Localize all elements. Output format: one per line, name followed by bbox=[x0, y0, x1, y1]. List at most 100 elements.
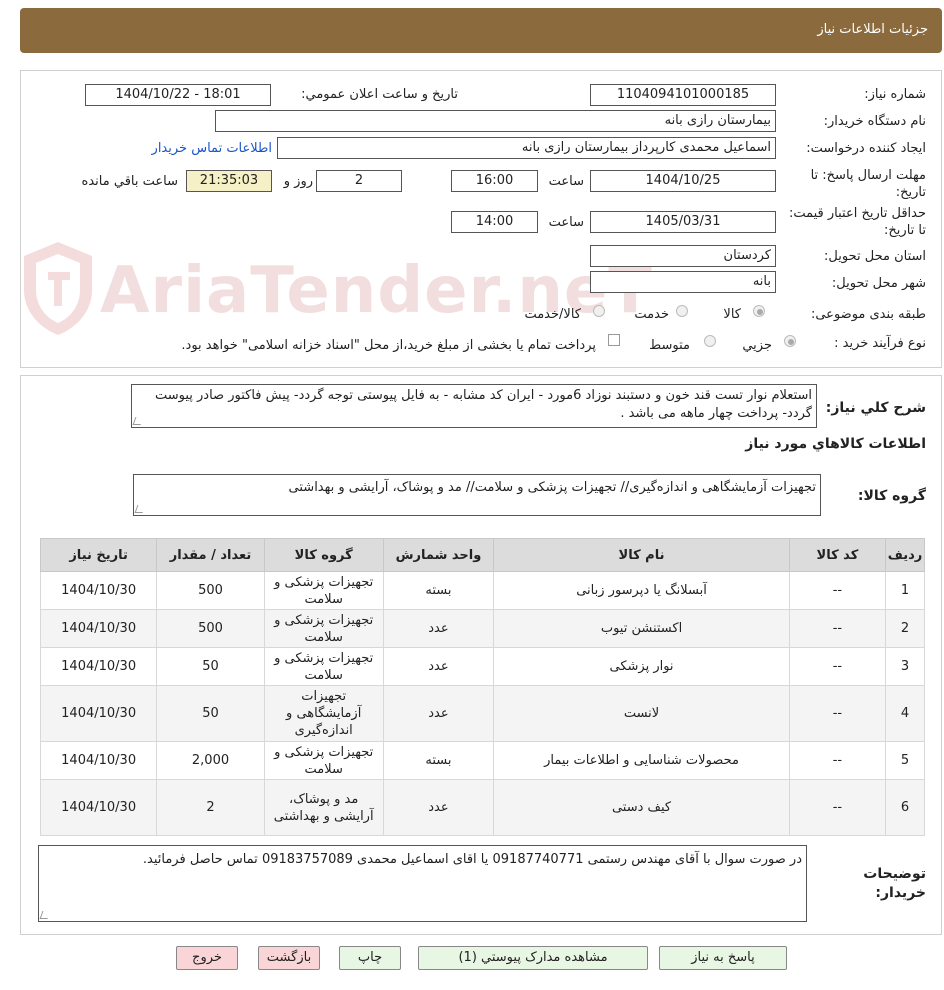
cell-date: 1404/10/30 bbox=[39, 609, 158, 648]
items-table-header: ردیف کد کالا نام کالا واحد شمارش گروه کا… bbox=[39, 538, 925, 572]
cell-row: 6 bbox=[885, 779, 925, 836]
back-button[interactable]: بازگشت bbox=[258, 946, 320, 970]
exit-button[interactable]: خروج bbox=[176, 946, 238, 970]
category-option-service: خدمت bbox=[634, 307, 669, 322]
cell-date: 1404/10/30 bbox=[39, 685, 158, 742]
goods-group-label: گروه کالا: bbox=[857, 488, 926, 504]
print-button[interactable]: چاپ bbox=[339, 946, 401, 970]
cell-name: محصولات شناسایی و اطلاعات بیمار bbox=[493, 741, 790, 780]
cell-unit: بسته bbox=[382, 741, 495, 780]
table-row: 3 -- نوار پزشکی عدد تجهیزات پزشکی و سلام… bbox=[39, 647, 925, 686]
city-label: شهر محل تحویل: bbox=[831, 276, 926, 291]
need-number-field: 1104094101000185 bbox=[590, 84, 776, 106]
cell-group: مد و پوشاک، آرایشی و بهداشتی bbox=[263, 779, 384, 836]
table-row: 4 -- لانست عدد تجهیزات آزمایشگاهی و اندا… bbox=[39, 685, 925, 742]
category-radio-goods[interactable] bbox=[753, 305, 765, 317]
description-text: استعلام نوار تست قند خون و دستبند نوزاد … bbox=[154, 388, 812, 421]
cell-row: 1 bbox=[885, 571, 925, 610]
goods-section-title: اطلاعات کالاهاي مورد نیاز bbox=[745, 436, 926, 452]
col-row: ردیف bbox=[885, 538, 925, 572]
category-radio-service[interactable] bbox=[676, 305, 688, 317]
buyer-notes-textarea: در صورت سوال با آقای مهندس رستمی 0918774… bbox=[38, 845, 807, 922]
cell-group: تجهیزات پزشکی و سلامت bbox=[263, 741, 384, 780]
buyer-notes-text: در صورت سوال با آقای مهندس رستمی 0918774… bbox=[142, 852, 802, 867]
cell-row: 2 bbox=[885, 609, 925, 648]
cell-code: -- bbox=[788, 685, 887, 742]
cell-code: -- bbox=[788, 647, 887, 686]
cell-quantity: 50 bbox=[156, 685, 265, 742]
cell-unit: عدد bbox=[382, 685, 495, 742]
resize-grip-icon bbox=[39, 911, 51, 919]
col-unit: واحد شمارش bbox=[382, 538, 495, 572]
days-label: روز و bbox=[283, 174, 313, 189]
items-table-container: ردیف کد کالا نام کالا واحد شمارش گروه کا… bbox=[39, 538, 925, 838]
cell-quantity: 50 bbox=[156, 647, 265, 686]
col-quantity: تعداد / مقدار bbox=[156, 538, 265, 572]
col-name: نام کالا bbox=[493, 538, 790, 572]
category-label: طبقه بندی موضوعی: bbox=[810, 307, 926, 322]
cell-unit: عدد bbox=[382, 779, 495, 836]
need-number-label: شماره نیاز: bbox=[864, 87, 926, 102]
cell-unit: عدد bbox=[382, 647, 495, 686]
cell-code: -- bbox=[788, 741, 887, 780]
category-option-goods-service: کالا/خدمت bbox=[524, 307, 581, 322]
validity-label: حداقل تاریخ اعتبار قیمت: تا تاریخ: bbox=[788, 206, 926, 238]
cell-code: -- bbox=[788, 779, 887, 836]
city-field: بانه bbox=[590, 271, 776, 293]
table-row: 5 -- محصولات شناسایی و اطلاعات بیمار بست… bbox=[39, 741, 925, 780]
buyer-contact-link[interactable]: اطلاعات تماس خریدار bbox=[152, 141, 272, 156]
cell-name: لانست bbox=[493, 685, 790, 742]
table-row: 2 -- اکستنشن تیوب عدد تجهیزات پزشکی و سل… bbox=[39, 609, 925, 648]
col-date: تاریخ نیاز bbox=[39, 538, 158, 572]
goods-group-textarea: تجهیزات آزمایشگاهی و اندازه‌گیری// تجهیز… bbox=[133, 474, 821, 516]
treasury-payment-checkbox[interactable] bbox=[608, 334, 620, 346]
table-row: 1 -- آبسلانگ یا دپرسور زبانی بسته تجهیزا… bbox=[39, 571, 925, 610]
cell-quantity: 2 bbox=[156, 779, 265, 836]
remaining-time-field: 21:35:03 bbox=[186, 170, 272, 192]
cell-name: نوار پزشکی bbox=[493, 647, 790, 686]
cell-group: تجهیزات آزمایشگاهی و اندازه‌گیری bbox=[263, 685, 384, 742]
reply-button[interactable]: پاسخ به نیاز bbox=[659, 946, 787, 970]
buyer-notes-label: توضیحات خریدار: bbox=[863, 866, 926, 901]
announce-label: تاریخ و ساعت اعلان عمومي: bbox=[301, 87, 458, 102]
deadline-label: مهلت ارسال پاسخ: تا تاریخ: bbox=[810, 168, 926, 200]
cell-quantity: 500 bbox=[156, 609, 265, 648]
deadline-time-label: ساعت bbox=[548, 174, 584, 189]
cell-date: 1404/10/30 bbox=[39, 571, 158, 610]
buyer-org-label: نام دستگاه خریدار: bbox=[823, 114, 926, 129]
cell-row: 4 bbox=[885, 685, 925, 742]
cell-code: -- bbox=[788, 609, 887, 648]
process-radio-minor[interactable] bbox=[784, 335, 796, 347]
validity-time-field: 14:00 bbox=[451, 211, 538, 233]
cell-quantity: 500 bbox=[156, 571, 265, 610]
items-table: ردیف کد کالا نام کالا واحد شمارش گروه کا… bbox=[39, 538, 925, 836]
cell-name: آبسلانگ یا دپرسور زبانی bbox=[493, 571, 790, 610]
treasury-payment-note: پرداخت تمام یا بخشی از مبلغ خرید،از محل … bbox=[181, 338, 596, 353]
remaining-label: ساعت باقي مانده bbox=[81, 174, 178, 189]
category-radio-goods-service[interactable] bbox=[593, 305, 605, 317]
description-textarea: استعلام نوار تست قند خون و دستبند نوزاد … bbox=[131, 384, 817, 428]
province-field: کردستان bbox=[590, 245, 776, 267]
cell-date: 1404/10/30 bbox=[39, 647, 158, 686]
cell-row: 3 bbox=[885, 647, 925, 686]
cell-name: کیف دستی bbox=[493, 779, 790, 836]
view-attachments-button[interactable]: مشاهده مدارک پیوستي (1) bbox=[418, 946, 648, 970]
process-option-minor: جزیي bbox=[742, 338, 772, 353]
cell-date: 1404/10/30 bbox=[39, 741, 158, 780]
goods-group-text: تجهیزات آزمایشگاهی و اندازه‌گیری// تجهیز… bbox=[288, 480, 816, 495]
validity-time-label: ساعت bbox=[548, 215, 584, 230]
deadline-date-field: 1404/10/25 bbox=[590, 170, 776, 192]
process-radio-medium[interactable] bbox=[704, 335, 716, 347]
page-header: جزئیات اطلاعات نیاز bbox=[20, 8, 942, 53]
cell-group: تجهیزات پزشکی و سلامت bbox=[263, 609, 384, 648]
col-group: گروه کالا bbox=[263, 538, 384, 572]
cell-group: تجهیزات پزشکی و سلامت bbox=[263, 647, 384, 686]
cell-code: -- bbox=[788, 571, 887, 610]
cell-unit: بسته bbox=[382, 571, 495, 610]
deadline-time-field: 16:00 bbox=[451, 170, 538, 192]
category-option-goods: کالا bbox=[723, 307, 741, 322]
cell-date: 1404/10/30 bbox=[39, 779, 158, 836]
days-field: 2 bbox=[316, 170, 402, 192]
process-label: نوع فرآیند خرید : bbox=[834, 336, 926, 351]
description-label: شرح کلي نیاز: bbox=[825, 400, 926, 416]
